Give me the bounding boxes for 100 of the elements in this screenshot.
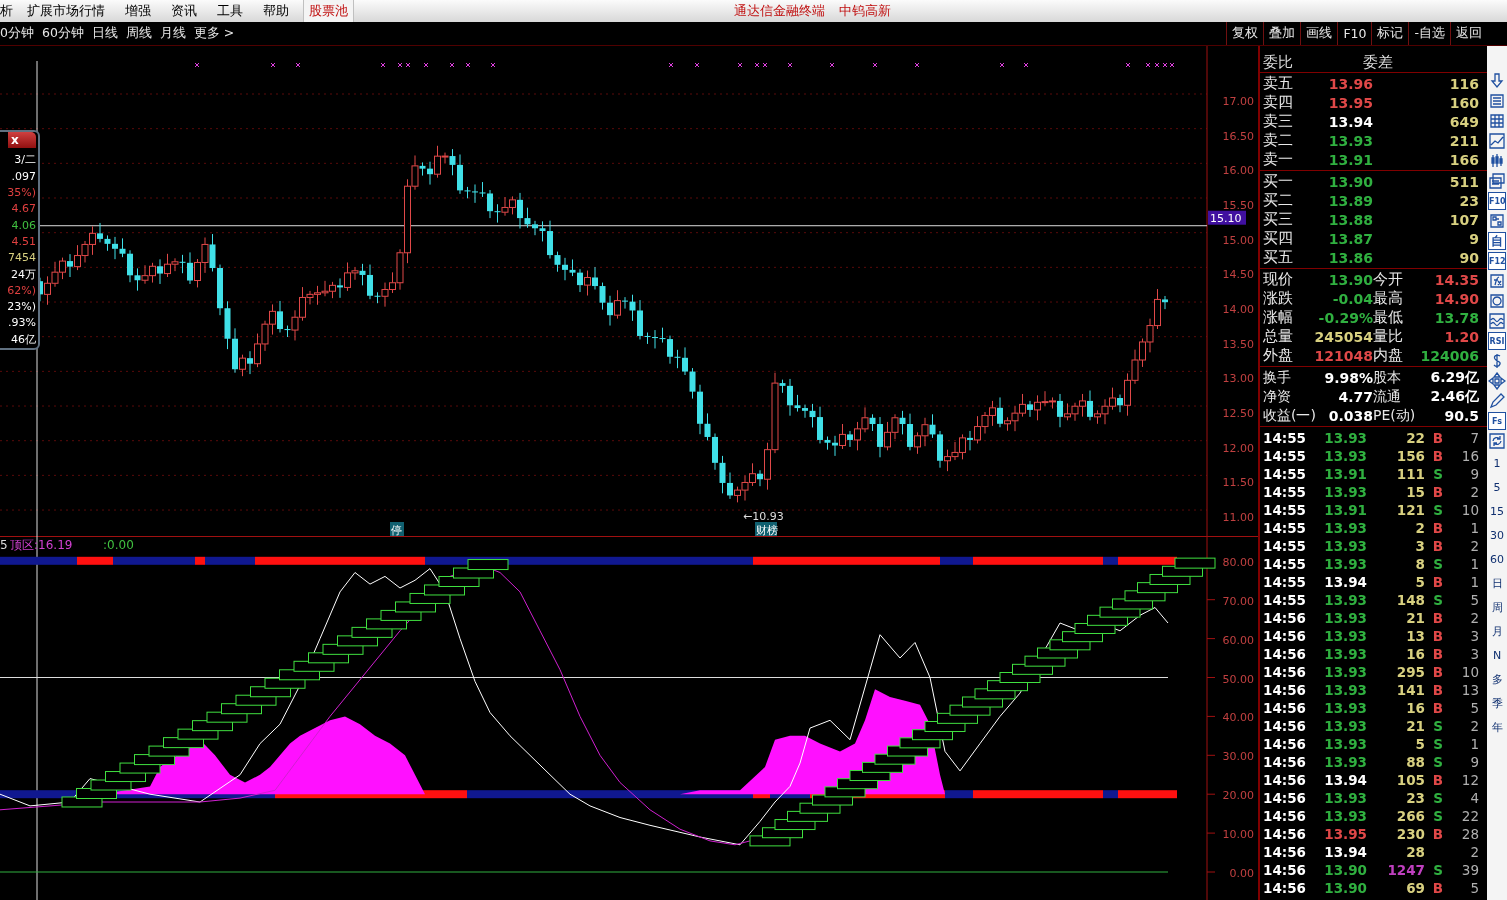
bid-label: 买二: [1263, 191, 1294, 210]
trade-volume: 141: [1395, 682, 1425, 698]
indicator-value: :0.00: [103, 538, 134, 552]
period-button[interactable]: 季: [1487, 692, 1507, 714]
toolbar-button[interactable]: F12: [1488, 252, 1506, 270]
finance-value: 2.46亿: [1429, 387, 1479, 406]
bid-label: 买四: [1263, 229, 1294, 248]
menu-item[interactable]: 资讯: [161, 0, 207, 22]
period-button[interactable]: 年: [1487, 716, 1507, 738]
toolbar-button[interactable]: 自: [1488, 232, 1506, 250]
trade-side: B: [1431, 628, 1445, 644]
trade-count: 3: [1469, 628, 1479, 644]
trade-count: 2: [1469, 484, 1479, 500]
period-button[interactable]: 月: [1487, 620, 1507, 642]
popup-value: .097: [11, 168, 36, 185]
trade-time: 14:56: [1263, 826, 1307, 842]
menu-item[interactable]: 工具: [207, 0, 253, 22]
trade-price: 13.93: [1323, 430, 1367, 446]
trade-side: B: [1431, 826, 1445, 842]
list-icon[interactable]: [1488, 92, 1506, 110]
close-button[interactable]: x: [8, 132, 36, 149]
trade-price: 13.91: [1323, 502, 1367, 518]
period-button[interactable]: N: [1487, 644, 1507, 666]
trade-volume: 295: [1395, 664, 1425, 680]
table-icon[interactable]: [1488, 112, 1506, 130]
trade-time: 14:56: [1263, 880, 1307, 896]
menu-item[interactable]: 帮助: [253, 0, 299, 22]
period-tab[interactable]: 0分钟: [0, 25, 38, 42]
trade-time: 14:55: [1263, 502, 1307, 518]
period-tab[interactable]: 月线: [155, 25, 190, 42]
period-tab[interactable]: 周线: [121, 25, 156, 42]
popup-value: 35%): [7, 185, 36, 202]
period-button[interactable]: 日: [1487, 572, 1507, 594]
trade-volume: 21: [1405, 610, 1425, 626]
trade-count: 7: [1469, 430, 1479, 446]
period-tab[interactable]: 更多 >: [189, 25, 239, 42]
menu-item[interactable]: 扩展市场行情: [17, 0, 115, 22]
popup-value: 23%): [7, 299, 36, 316]
period-button[interactable]: 30: [1487, 524, 1507, 546]
trade-time: 14:56: [1263, 808, 1307, 824]
trade-count: 10: [1460, 664, 1479, 680]
price-axis-label: 14.00: [1222, 303, 1254, 316]
trade-price: 13.93: [1323, 448, 1367, 464]
trade-price: 13.93: [1323, 484, 1367, 500]
tree-icon[interactable]: [1488, 212, 1506, 230]
candlestick-icon[interactable]: [1488, 152, 1506, 170]
menu-item[interactable]: 增强: [115, 0, 161, 22]
finance-label: 收益(一): [1263, 406, 1317, 425]
trade-time: 14:56: [1263, 610, 1307, 626]
trade-volume: 105: [1395, 772, 1425, 788]
refresh-icon[interactable]: [1488, 432, 1506, 450]
wave-icon[interactable]: [1488, 312, 1506, 330]
price-tag: 15.10: [1208, 210, 1246, 225]
trade-side: S: [1432, 736, 1444, 752]
toolbar-button[interactable]: RSI: [1488, 332, 1506, 350]
finance-label: 换手: [1263, 368, 1292, 387]
trade-side: B: [1431, 682, 1445, 698]
move-icon[interactable]: [1488, 372, 1506, 390]
trade-count: 1: [1469, 574, 1479, 590]
trade-volume: 28: [1405, 844, 1425, 860]
period-button[interactable]: 60: [1487, 548, 1507, 570]
price-axis-label: 14.50: [1222, 268, 1254, 282]
trade-side: B: [1431, 484, 1445, 500]
trade-volume: 121: [1395, 502, 1425, 518]
period-button[interactable]: 多: [1487, 668, 1507, 690]
pencil-icon[interactable]: [1488, 392, 1506, 410]
menu-item[interactable]: 股票池: [303, 0, 354, 22]
toolbar-button[interactable]: F10: [1488, 192, 1506, 210]
trade-volume: 148: [1395, 592, 1425, 608]
trade-count: 2: [1469, 610, 1479, 626]
function-icon[interactable]: [1488, 272, 1506, 290]
period-button[interactable]: 15: [1487, 500, 1507, 522]
bid-label: 买一: [1263, 172, 1294, 191]
order-book-header: 委比: [1263, 53, 1293, 72]
period-button[interactable]: 周: [1487, 596, 1507, 618]
period-tab[interactable]: 60分钟: [37, 25, 88, 42]
trade-count: 2: [1469, 718, 1479, 734]
menu-item[interactable]: 析: [0, 0, 17, 22]
period-button[interactable]: 1: [1487, 452, 1507, 474]
trade-price: 13.93: [1323, 646, 1367, 662]
trade-volume: 88: [1405, 754, 1425, 770]
trade-volume: 22: [1405, 430, 1425, 446]
price-axis-label: 16.00: [1222, 164, 1254, 178]
bid-label: 买三: [1263, 210, 1294, 229]
windows-icon[interactable]: [1488, 172, 1506, 190]
line-chart-icon[interactable]: [1488, 132, 1506, 150]
period-tab[interactable]: 日线: [87, 25, 122, 42]
popup-value: .93%: [8, 315, 36, 332]
period-button[interactable]: 5: [1487, 476, 1507, 498]
toolbar-button[interactable]: Fs: [1488, 412, 1506, 430]
trade-volume: 230: [1395, 826, 1425, 842]
trade-volume: 13: [1405, 628, 1425, 644]
trade-side: B: [1431, 574, 1445, 590]
popup-value: 3/二: [14, 152, 36, 169]
trade-side: S: [1432, 466, 1444, 482]
trade-side: B: [1431, 538, 1445, 554]
down-arrow-icon[interactable]: [1488, 72, 1506, 90]
trade-time: 14:56: [1263, 628, 1307, 644]
trade-count: 16: [1460, 448, 1479, 464]
indicator-axis-label: 20.00: [1222, 789, 1254, 803]
